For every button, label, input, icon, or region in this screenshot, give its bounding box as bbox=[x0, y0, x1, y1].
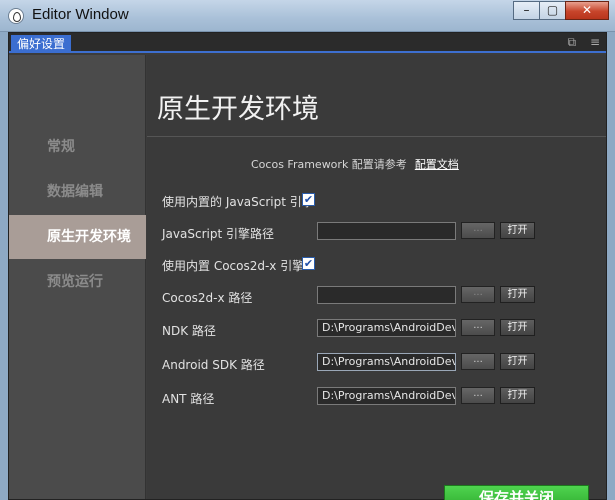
title-divider bbox=[147, 136, 606, 137]
ant-path-label: ANT 路径 bbox=[162, 392, 215, 406]
sidebar-item-data-editing[interactable]: 数据编辑 bbox=[9, 170, 146, 214]
ndk-path-label: NDK 路径 bbox=[162, 324, 216, 338]
js-engine-browse-button[interactable]: ... bbox=[461, 222, 495, 239]
framework-text: Cocos Framework 配置请参考 bbox=[251, 158, 407, 171]
minimize-button[interactable]: – bbox=[513, 1, 540, 20]
ant-path-input[interactable]: D:\Programs\AndroidDev2\ap bbox=[317, 387, 456, 405]
cocos2dx-path-row: Cocos2d-x 路径 ... 打开 bbox=[162, 286, 606, 308]
page-title: 原生开发环境 bbox=[157, 94, 319, 125]
maximize-button[interactable]: ▢ bbox=[539, 1, 566, 20]
ndk-path-row: NDK 路径 D:\Programs\AndroidDev2\and ... 打… bbox=[162, 319, 606, 341]
ant-open-button[interactable]: 打开 bbox=[500, 387, 535, 404]
tab-bar: 偏好设置 ⧉ ≡ bbox=[9, 33, 606, 53]
close-button[interactable]: ✕ bbox=[565, 1, 609, 20]
use-builtin-js-row: 使用内置的 JavaScript 引擎 ✔ bbox=[162, 190, 606, 212]
tab-tools: ⧉ ≡ bbox=[558, 35, 600, 50]
js-engine-open-button[interactable]: 打开 bbox=[500, 222, 535, 239]
use-builtin-js-label: 使用内置的 JavaScript 引擎 bbox=[162, 195, 314, 209]
android-sdk-open-button[interactable]: 打开 bbox=[500, 353, 535, 370]
settings-panel: 原生开发环境 Cocos Framework 配置请参考 配置文档 使用内置的 J… bbox=[147, 55, 606, 500]
ndk-path-input[interactable]: D:\Programs\AndroidDev2\and bbox=[317, 319, 456, 337]
ant-browse-button[interactable]: ... bbox=[461, 387, 495, 404]
android-sdk-browse-button[interactable]: ... bbox=[461, 353, 495, 370]
sidebar-item-preview-run[interactable]: 预览运行 bbox=[9, 260, 146, 304]
ndk-browse-button[interactable]: ... bbox=[461, 319, 495, 336]
editor-window: 偏好设置 ⧉ ≡ 常规 数据编辑 原生开发环境 预览运行 原生开发环境 Coco… bbox=[8, 32, 607, 500]
ant-path-row: ANT 路径 D:\Programs\AndroidDev2\ap ... 打开 bbox=[162, 387, 606, 409]
window-title: Editor Window bbox=[32, 6, 129, 23]
android-sdk-path-row: Android SDK 路径 D:\Programs\AndroidDev2\s… bbox=[162, 353, 606, 375]
use-builtin-cocos2dx-label: 使用内置 Cocos2d-x 引擎 bbox=[162, 259, 305, 273]
android-sdk-path-label: Android SDK 路径 bbox=[162, 358, 265, 372]
js-engine-path-row: JavaScript 引擎路径 ... 打开 bbox=[162, 222, 606, 244]
window-controls: – ▢ ✕ bbox=[513, 1, 609, 20]
tab-preferences[interactable]: 偏好设置 bbox=[11, 35, 72, 53]
framework-hint: Cocos Framework 配置请参考 配置文档 bbox=[251, 156, 459, 172]
cocos2dx-path-label: Cocos2d-x 路径 bbox=[162, 291, 253, 305]
window-titlebar[interactable]: Editor Window – ▢ ✕ bbox=[0, 0, 615, 32]
popout-icon[interactable]: ⧉ bbox=[568, 35, 577, 49]
android-sdk-path-input[interactable]: D:\Programs\AndroidDev2\sd bbox=[317, 353, 456, 371]
sidebar-item-general[interactable]: 常规 bbox=[9, 125, 146, 169]
js-engine-path-label: JavaScript 引擎路径 bbox=[162, 227, 274, 241]
js-engine-path-input[interactable] bbox=[317, 222, 456, 240]
app-icon bbox=[8, 8, 24, 24]
cocos2dx-path-input[interactable] bbox=[317, 286, 456, 304]
use-builtin-js-checkbox[interactable]: ✔ bbox=[302, 193, 315, 206]
sidebar-item-native-dev[interactable]: 原生开发环境 bbox=[9, 215, 146, 259]
cocos2dx-open-button[interactable]: 打开 bbox=[500, 286, 535, 303]
sidebar: 常规 数据编辑 原生开发环境 预览运行 bbox=[9, 55, 146, 499]
ndk-open-button[interactable]: 打开 bbox=[500, 319, 535, 336]
use-builtin-cocos2dx-row: 使用内置 Cocos2d-x 引擎 ✔ bbox=[162, 254, 606, 276]
config-doc-link[interactable]: 配置文档 bbox=[415, 158, 459, 171]
save-and-close-button[interactable]: 保存并关闭 bbox=[444, 485, 589, 500]
use-builtin-cocos2dx-checkbox[interactable]: ✔ bbox=[302, 257, 315, 270]
cocos2dx-browse-button[interactable]: ... bbox=[461, 286, 495, 303]
menu-icon[interactable]: ≡ bbox=[590, 35, 600, 49]
